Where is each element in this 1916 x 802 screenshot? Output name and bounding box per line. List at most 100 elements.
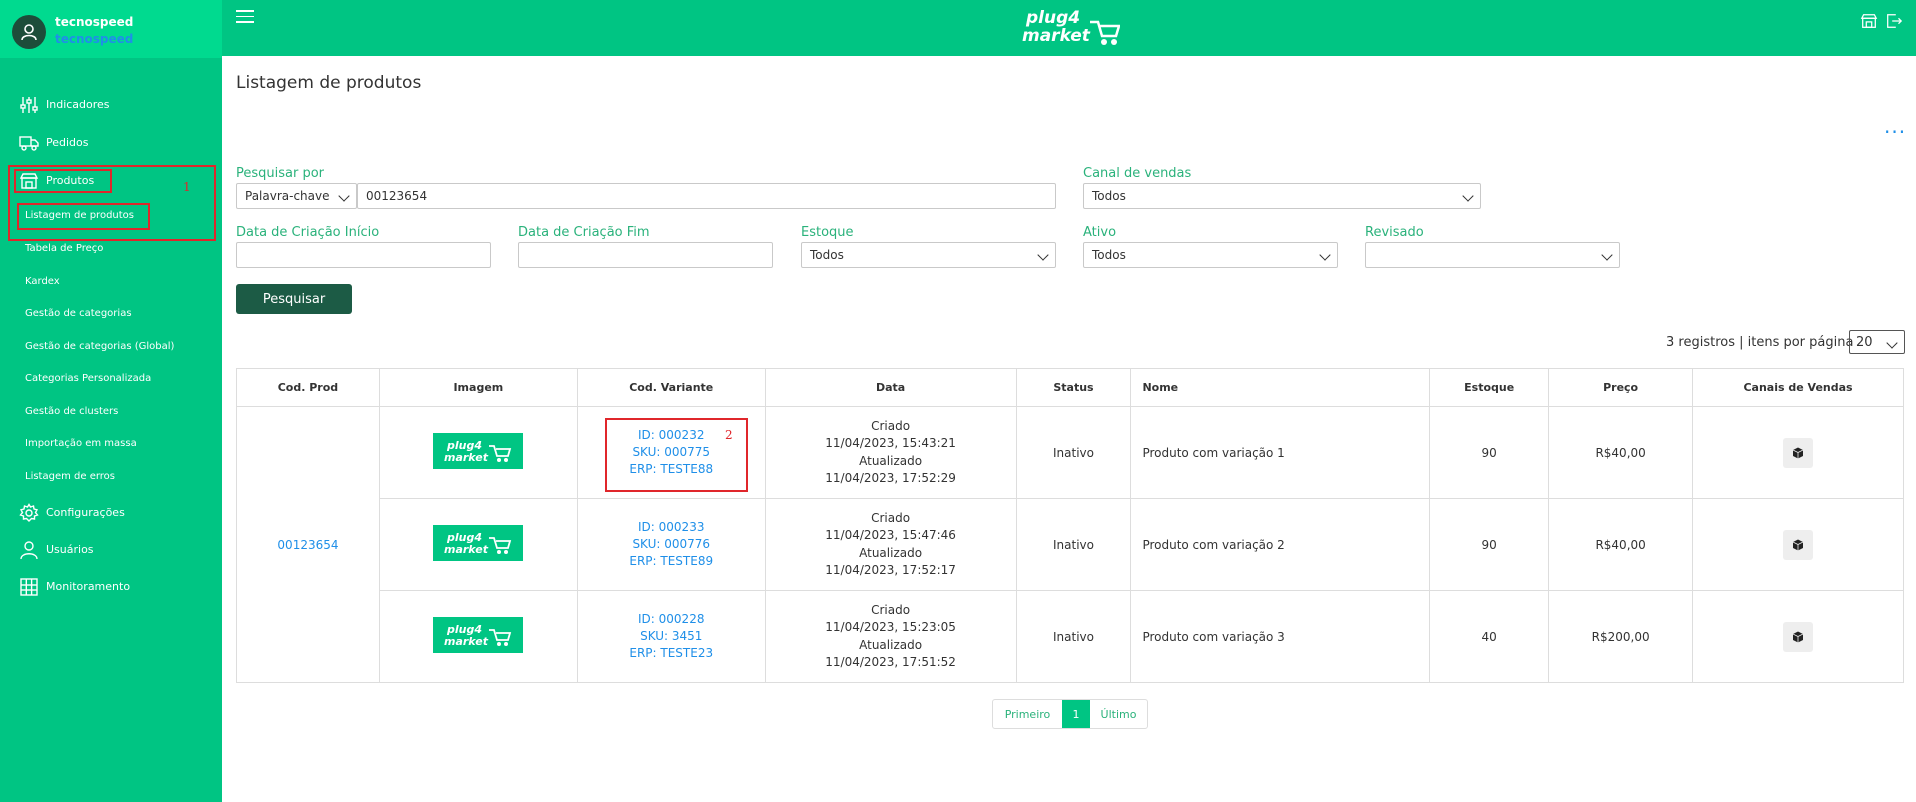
items-per-page-select[interactable]: 20 [1849,330,1905,354]
created-start-input[interactable] [236,242,491,268]
logout-icon[interactable] [1885,12,1903,30]
updated-label: Atualizado [859,545,923,560]
variant-id[interactable]: ID: 000228 [578,611,765,628]
product-image[interactable]: plug4 market [433,617,524,653]
search-button[interactable]: Pesquisar [236,284,352,314]
sales-channels-button[interactable] [1783,529,1814,560]
annotation-number-2: 2 [725,428,733,442]
sidebar-item-label: Configurações [46,506,125,519]
search-by-select[interactable]: Palavra-chave [236,183,357,209]
channels-cell [1692,590,1904,683]
status-cell: Inativo [1015,406,1132,499]
pagination-current[interactable]: 1 [1062,700,1090,728]
image-cell: plug4 market [378,590,578,683]
price-cell: R$200,00 [1548,590,1694,683]
variant-erp[interactable]: ERP: TESTE89 [578,553,765,570]
reviewed-select[interactable] [1365,242,1620,268]
svg-text:market: market [444,635,489,648]
sidebar-subitem-categorias-personalizada[interactable]: Categorias Personalizada [25,373,151,384]
sidebar-subitem-listagem-erros[interactable]: Listagem de erros [25,471,115,482]
column-header-cod-prod[interactable]: Cod. Prod [236,368,380,407]
stock-cell: 40 [1429,590,1550,683]
channel-label: Canal de vendas [1083,166,1192,181]
hamburger-menu-icon[interactable] [236,10,254,24]
column-header-nome[interactable]: Nome [1130,368,1431,407]
status-cell: Inativo [1015,590,1132,683]
annotation-number-1: 1 [183,180,191,194]
column-header-canais[interactable]: Canais de Vendas [1692,368,1904,407]
created-end-input[interactable] [518,242,773,268]
channels-cell [1692,498,1904,591]
chevron-down-icon [1886,337,1898,349]
date-cell: Criado 11/04/2023, 15:47:46 Atualizado 1… [764,498,1017,591]
created-end-label: Data de Criação Fim [518,225,650,240]
truck-icon [19,136,39,151]
sidebar: tecnospeed tecnospeed Indicadores Pedido… [0,0,222,802]
column-header-estoque[interactable]: Estoque [1429,368,1550,407]
results-summary: 3 registros | itens por página [1666,335,1854,350]
avatar[interactable] [12,15,46,49]
product-code-cell: 00123654 [236,406,380,683]
variant-cell: ID: 000233 SKU: 000776 ERP: TESTE89 [576,498,766,591]
sidebar-subitem-importacao-massa[interactable]: Importação em massa [25,438,137,449]
column-header-imagem[interactable]: Imagem [378,368,578,407]
store-icon[interactable] [1860,12,1878,30]
created-label: Criado [871,602,911,617]
stock-select[interactable]: Todos [801,242,1056,268]
variant-cell: ID: 000228 SKU: 3451 ERP: TESTE23 [576,590,766,683]
sidebar-item-pedidos[interactable]: Pedidos [0,128,222,158]
active-select[interactable]: Todos [1083,242,1338,268]
plug4market-logo: plug4 market [1022,8,1120,46]
annotation-box-produtos-item [14,169,112,193]
sidebar-header: tecnospeed tecnospeed [0,0,222,58]
monitor-grid-icon [20,578,38,596]
pagination-first[interactable]: Primeiro [993,700,1062,728]
channel-select[interactable]: Todos [1083,183,1481,209]
product-image[interactable]: plug4 market [433,525,524,561]
variant-id[interactable]: ID: 000233 [578,519,765,536]
sidebar-item-label: Pedidos [46,136,89,149]
variant-sku[interactable]: SKU: 3451 [578,628,765,645]
svg-text:market: market [444,543,489,556]
sidebar-subitem-tabela-preco[interactable]: Tabela de Preço [25,243,103,254]
sidebar-item-indicadores[interactable]: Indicadores [0,90,222,120]
name-cell: Produto com variação 2 [1130,498,1431,591]
cube-icon [1792,539,1804,550]
sidebar-subitem-gestao-clusters[interactable]: Gestão de clusters [25,406,118,417]
sidebar-item-configuracoes[interactable]: Configurações [0,498,222,528]
image-cell: plug4 market [378,406,578,499]
sidebar-item-monitoramento[interactable]: Monitoramento [0,572,222,602]
column-header-data[interactable]: Data [764,368,1017,407]
cube-icon [1792,631,1804,642]
created-date: 11/04/2023, 15:47:46 [825,528,956,542]
sidebar-item-usuarios[interactable]: Usuários [0,535,222,565]
updated-label: Atualizado [859,637,923,652]
more-options-icon[interactable]: ··· [1884,120,1906,144]
stock-label: Estoque [801,225,854,240]
sidebar-subitem-kardex[interactable]: Kardex [25,276,60,287]
sales-channels-button[interactable] [1783,621,1814,652]
column-header-preco[interactable]: Preço [1548,368,1694,407]
column-header-status[interactable]: Status [1015,368,1132,407]
product-image[interactable]: plug4 market [433,433,524,469]
sales-channels-button[interactable] [1783,437,1814,468]
variant-sku[interactable]: SKU: 000776 [578,536,765,553]
table-row: 00123654 plug4 market ID: 000232 SKU: 00… [236,406,1904,683]
image-cell: plug4 market [378,498,578,591]
column-header-cod-variante[interactable]: Cod. Variante [576,368,766,407]
updated-date: 11/04/2023, 17:51:52 [825,655,956,669]
search-input[interactable]: 00123654 [357,183,1056,209]
sliders-icon [20,97,38,113]
variant-erp[interactable]: ERP: TESTE23 [578,645,765,662]
product-code-link[interactable]: 00123654 [277,538,338,552]
sidebar-subitem-gestao-categorias-global[interactable]: Gestão de categorias (Global) [25,341,174,352]
reviewed-label: Revisado [1365,225,1424,240]
chevron-down-icon [1601,249,1613,261]
app-root: tecnospeed tecnospeed Indicadores Pedido… [0,0,1916,802]
updated-label: Atualizado [859,453,923,468]
pagination-last[interactable]: Último [1090,700,1147,728]
search-input-value: 00123654 [366,189,428,203]
chevron-down-icon [1319,249,1331,261]
stock-value: Todos [810,248,844,262]
sidebar-subitem-gestao-categorias[interactable]: Gestão de categorias [25,308,132,319]
